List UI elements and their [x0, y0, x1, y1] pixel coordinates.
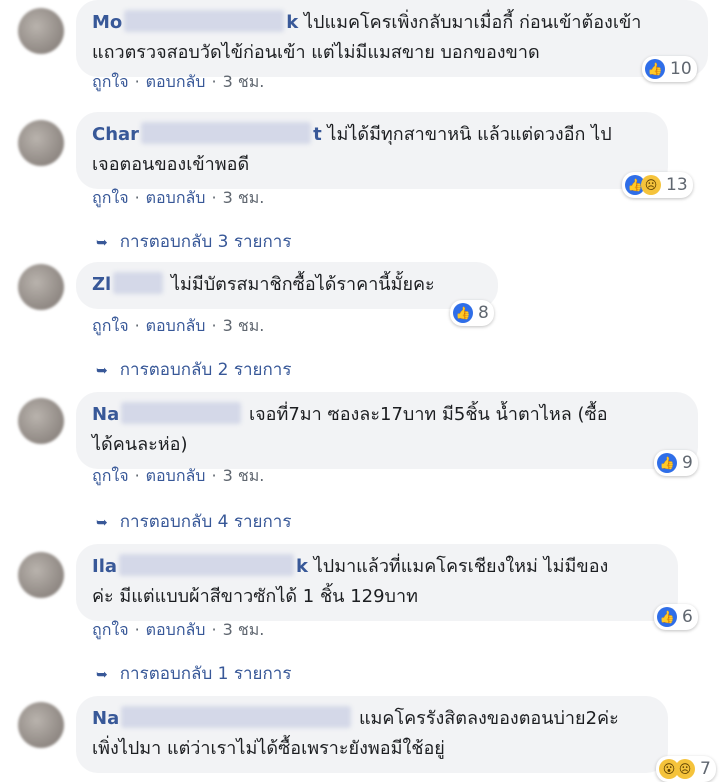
- avatar[interactable]: [18, 398, 64, 444]
- reply-arrow-icon: ➥: [96, 515, 108, 531]
- avatar[interactable]: [18, 552, 64, 598]
- comment-bubble: Na เจอที่7มา ซองละ17บาท มี5ชิ้น น้ำตาไหล…: [76, 392, 698, 469]
- like-icon: 👍: [657, 453, 677, 473]
- timestamp[interactable]: 3 ชม.: [223, 72, 265, 91]
- comment-bubble: Na แมคโครรังสิตลงของตอนบ่าย2ค่ะ เพิ่งไปม…: [76, 696, 668, 773]
- like-icon: 👍: [657, 607, 677, 627]
- reply-arrow-icon: ➥: [96, 235, 108, 251]
- reaction-count[interactable]: 👍 8: [450, 300, 494, 326]
- reaction-count[interactable]: 👍 9: [654, 450, 698, 476]
- comment-text: ไม่ได้มีทุกสาขาหนิ แล้วแต่ดวงอีก ไป: [327, 124, 612, 145]
- comment-bubble: Zl ไม่มีบัตรสมาชิกซื้อได้ราคานี้มั้ยคะ: [76, 262, 498, 309]
- reply-link[interactable]: ตอบกลับ: [146, 316, 206, 335]
- avatar[interactable]: [18, 8, 64, 54]
- like-link[interactable]: ถูกใจ: [92, 466, 129, 485]
- reply-link[interactable]: ตอบกลับ: [146, 620, 206, 639]
- view-replies-link[interactable]: ➥ การตอบกลับ 4 รายการ: [96, 508, 291, 535]
- commenter-name[interactable]: Zl: [92, 272, 165, 295]
- timestamp[interactable]: 3 ชม.: [223, 316, 265, 335]
- comment-text: เจอตอนของเข้าพอดี: [92, 154, 250, 175]
- commenter-name[interactable]: Char t: [92, 122, 322, 145]
- comment-text: ค่ะ มีแต่แบบผ้าสีขาวซักได้ 1 ชิ้น 129บาท: [92, 586, 418, 607]
- like-icon: 👍: [645, 59, 665, 79]
- commenter-name[interactable]: Mo k: [92, 10, 298, 33]
- comment-text: ไปแมคโครเพิ่งกลับมาเมื่อกี้ ก่อนเข้าต้อง…: [304, 12, 642, 33]
- comment-bubble: Char t ไม่ได้มีทุกสาขาหนิ แล้วแต่ดวงอีก ไ…: [76, 112, 668, 189]
- timestamp[interactable]: 3 ชม.: [223, 466, 265, 485]
- like-link[interactable]: ถูกใจ: [92, 72, 129, 91]
- timestamp[interactable]: 3 ชม.: [223, 620, 265, 639]
- comment-text: ไปมาแล้วที่แมคโครเชียงใหม่ ไม่มีของ: [313, 556, 609, 577]
- commenter-name[interactable]: Ila k: [92, 554, 308, 577]
- commenter-name[interactable]: Na: [92, 706, 353, 729]
- avatar[interactable]: [18, 264, 64, 310]
- reply-link[interactable]: ตอบกลับ: [146, 72, 206, 91]
- timestamp[interactable]: 3 ชม.: [223, 188, 265, 207]
- comment-bubble: Mo k ไปแมคโครเพิ่งกลับมาเมื่อกี้ ก่อนเข้า…: [76, 0, 708, 77]
- comment-text: แถวตรวจสอบวัดไข้ก่อนเข้า แต่ไม่มีแมสขาย …: [92, 42, 540, 63]
- comment-text: เพิ่งไปมา แต่ว่าเราไม่ได้ซื้อเพราะยังพอม…: [92, 738, 445, 759]
- sad-icon: ☹: [641, 175, 661, 195]
- commenter-name[interactable]: Na: [92, 402, 243, 425]
- avatar[interactable]: [18, 702, 64, 748]
- reply-arrow-icon: ➥: [96, 363, 108, 379]
- like-link[interactable]: ถูกใจ: [92, 316, 129, 335]
- reply-link[interactable]: ตอบกลับ: [146, 188, 206, 207]
- comment-text: ได้คนละห่อ): [92, 434, 188, 455]
- like-link[interactable]: ถูกใจ: [92, 620, 129, 639]
- view-replies-link[interactable]: ➥ การตอบกลับ 1 รายการ: [96, 660, 291, 687]
- reaction-count[interactable]: 👍 ☹ 13: [622, 172, 693, 198]
- like-icon: 👍: [453, 303, 473, 323]
- comment-text: ไม่มีบัตรสมาชิกซื้อได้ราคานี้มั้ยคะ: [170, 274, 435, 295]
- comment-text: แมคโครรังสิตลงของตอนบ่าย2ค่ะ: [358, 708, 619, 729]
- view-replies-link[interactable]: ➥ การตอบกลับ 3 รายการ: [96, 228, 291, 255]
- avatar[interactable]: [18, 120, 64, 166]
- reaction-count[interactable]: 👍 10: [642, 56, 697, 82]
- reaction-count[interactable]: 👍 6: [654, 604, 698, 630]
- reply-link[interactable]: ตอบกลับ: [146, 466, 206, 485]
- like-link[interactable]: ถูกใจ: [92, 188, 129, 207]
- reaction-count[interactable]: 😮 ☹ 7: [656, 756, 716, 782]
- reply-arrow-icon: ➥: [96, 667, 108, 683]
- comment-bubble: Ila k ไปมาแล้วที่แมคโครเชียงใหม่ ไม่มีของ…: [76, 544, 678, 621]
- view-replies-link[interactable]: ➥ การตอบกลับ 2 รายการ: [96, 356, 291, 383]
- sad-icon: ☹: [675, 759, 695, 779]
- comment-text: เจอที่7มา ซองละ17บาท มี5ชิ้น น้ำตาไหล (ซ…: [248, 404, 608, 425]
